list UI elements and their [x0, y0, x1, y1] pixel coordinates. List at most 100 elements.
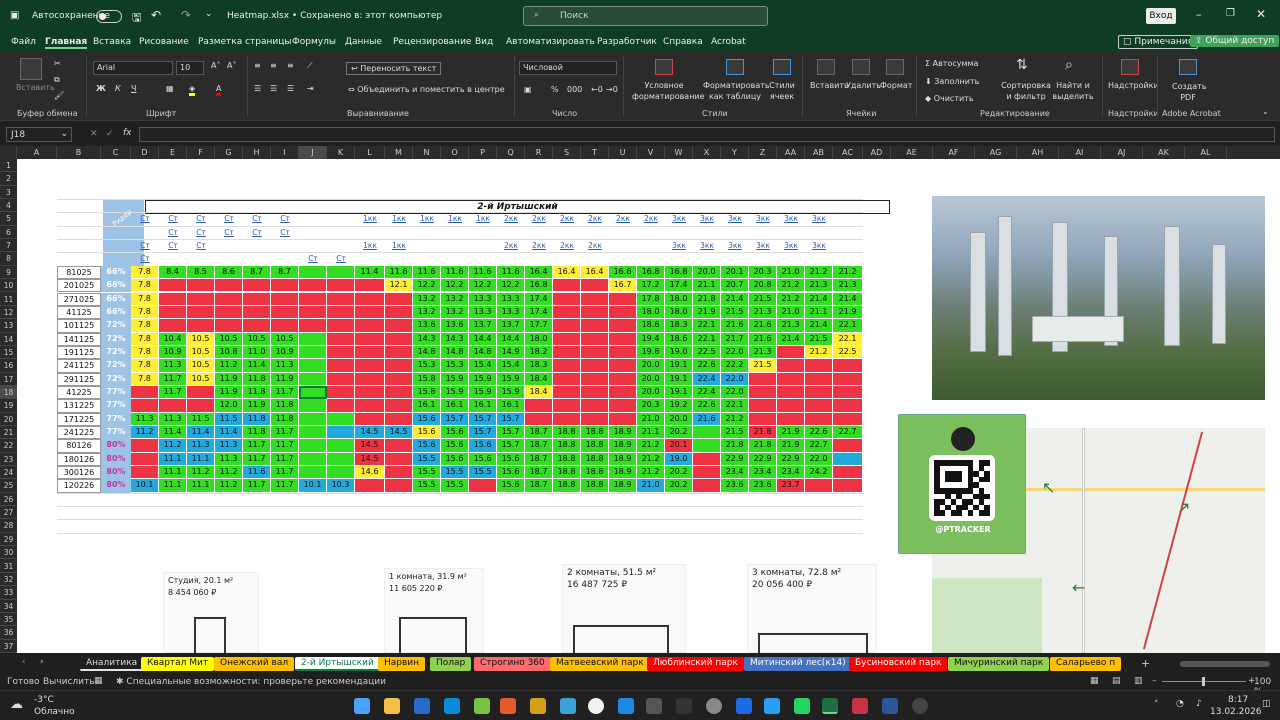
clear-button[interactable]: ◆ Очистить: [925, 94, 974, 103]
apartment-type-label[interactable]: 2кк: [581, 239, 609, 252]
price-cell[interactable]: 20.0: [665, 412, 693, 426]
price-cell[interactable]: 10.5: [187, 359, 215, 373]
price-cell[interactable]: [609, 399, 637, 413]
price-cell[interactable]: 18.7: [525, 466, 553, 480]
price-cell[interactable]: 16.8: [665, 265, 693, 280]
app-icon[interactable]: [618, 698, 634, 714]
price-cell[interactable]: 21.2: [805, 265, 833, 280]
price-cell[interactable]: [693, 439, 721, 453]
price-cell[interactable]: 12.0: [215, 399, 243, 413]
price-cell[interactable]: 20.3: [637, 399, 665, 413]
sheet-tab[interactable]: Митинский лес(к14): [744, 657, 852, 671]
price-cell[interactable]: 21.9: [777, 439, 805, 453]
price-cell[interactable]: 11.3: [271, 359, 299, 373]
price-cell[interactable]: 18.7: [525, 439, 553, 453]
price-cell[interactable]: [327, 292, 355, 306]
price-cell[interactable]: 22.9: [721, 452, 749, 467]
price-cell[interactable]: [609, 292, 637, 306]
quick-access-chevron-icon[interactable]: ⌄: [205, 9, 213, 19]
column-header[interactable]: K: [327, 146, 355, 159]
apartment-type-label[interactable]: Ст: [271, 226, 299, 239]
format-as-table-icon[interactable]: [726, 59, 744, 75]
price-cell[interactable]: [385, 452, 413, 467]
price-cell[interactable]: 21.0: [777, 305, 805, 320]
price-cell[interactable]: 12.1: [385, 279, 413, 293]
apartment-type-label[interactable]: 1кк: [385, 239, 413, 252]
row-header[interactable]: 35: [0, 613, 17, 627]
column-header[interactable]: AI: [1059, 146, 1101, 159]
price-cell[interactable]: [299, 466, 327, 480]
row-header[interactable]: 21: [0, 426, 17, 440]
price-cell[interactable]: [385, 412, 413, 426]
date-cell[interactable]: 241225: [57, 426, 101, 440]
price-cell[interactable]: 21.5: [721, 305, 749, 320]
price-cell[interactable]: [385, 292, 413, 306]
price-cell[interactable]: 11.7: [271, 452, 299, 467]
price-cell[interactable]: 20.8: [749, 279, 777, 293]
price-cell[interactable]: 15.7: [469, 426, 497, 440]
price-cell[interactable]: [525, 399, 553, 413]
price-cell[interactable]: [833, 385, 863, 400]
price-cell[interactable]: 15.6: [497, 466, 525, 480]
create-pdf-icon[interactable]: [1179, 59, 1197, 75]
price-cell[interactable]: 11.6: [385, 265, 413, 280]
apartment-type-label[interactable]: Ст: [131, 252, 159, 265]
column-header[interactable]: Y: [721, 146, 749, 159]
price-cell[interactable]: 16.7: [609, 279, 637, 293]
price-cell[interactable]: 18.6: [665, 332, 693, 346]
price-cell[interactable]: [327, 452, 355, 467]
column-header[interactable]: E: [159, 146, 187, 159]
price-cell[interactable]: [581, 359, 609, 373]
price-cell[interactable]: 11.4: [159, 426, 187, 440]
price-cell[interactable]: [299, 426, 327, 440]
price-cell[interactable]: [833, 412, 863, 426]
price-cell[interactable]: 22.0: [721, 385, 749, 400]
price-cell[interactable]: [609, 345, 637, 360]
price-cell[interactable]: 21.2: [805, 345, 833, 360]
date-cell[interactable]: 171225: [57, 412, 101, 426]
percent-cell[interactable]: 72%: [101, 359, 131, 373]
column-header[interactable]: AK: [1143, 146, 1185, 159]
price-cell[interactable]: [299, 399, 327, 413]
column-header[interactable]: AC: [833, 146, 863, 159]
price-cell[interactable]: 10.5: [187, 345, 215, 360]
page-break-icon[interactable]: ▥: [1134, 676, 1143, 686]
apartment-type-label[interactable]: 2кк: [609, 212, 637, 225]
price-cell[interactable]: 11.5: [187, 412, 215, 426]
price-cell[interactable]: [525, 412, 553, 426]
row-header[interactable]: 37: [0, 640, 17, 653]
price-cell[interactable]: 17.8: [637, 292, 665, 306]
explorer-icon[interactable]: [384, 698, 400, 714]
apartment-type-label[interactable]: 3кк: [749, 239, 777, 252]
price-cell[interactable]: 13.3: [469, 305, 497, 320]
column-header[interactable]: I: [271, 146, 299, 159]
redo-icon[interactable]: ↷: [181, 8, 191, 22]
price-cell[interactable]: 11.2: [187, 466, 215, 480]
price-cell[interactable]: 15.3: [441, 359, 469, 373]
price-cell[interactable]: 18.8: [553, 426, 581, 440]
price-cell[interactable]: [187, 385, 215, 400]
apartment-type-label[interactable]: 3кк: [693, 212, 721, 225]
price-cell[interactable]: [299, 292, 327, 306]
app-icon[interactable]: [500, 698, 516, 714]
price-cell[interactable]: [777, 412, 805, 426]
price-cell[interactable]: 13.2: [441, 292, 469, 306]
price-cell[interactable]: 16.8: [525, 279, 553, 293]
price-cell[interactable]: [299, 305, 327, 320]
cell-styles-icon[interactable]: [773, 59, 791, 75]
active-cell-selection[interactable]: [299, 385, 327, 400]
price-cell[interactable]: 11.7: [271, 466, 299, 480]
percent-cell[interactable]: 72%: [101, 319, 131, 333]
price-cell[interactable]: 20.2: [665, 466, 693, 480]
price-cell[interactable]: [833, 359, 863, 373]
tab-scroll-right-icon[interactable]: ›: [40, 657, 44, 667]
price-cell[interactable]: [609, 305, 637, 320]
apartment-type-label[interactable]: 2кк: [525, 212, 553, 225]
floorplan-3room[interactable]: 3 комнаты, 72.8 м² 20 056 400 ₽: [747, 564, 877, 653]
price-cell[interactable]: [777, 385, 805, 400]
price-cell[interactable]: [355, 399, 385, 413]
price-cell[interactable]: 20.0: [637, 359, 665, 373]
price-cell[interactable]: 15.6: [413, 439, 441, 453]
apartment-type-label[interactable]: 3кк: [665, 212, 693, 225]
price-cell[interactable]: 24.2: [805, 466, 833, 480]
